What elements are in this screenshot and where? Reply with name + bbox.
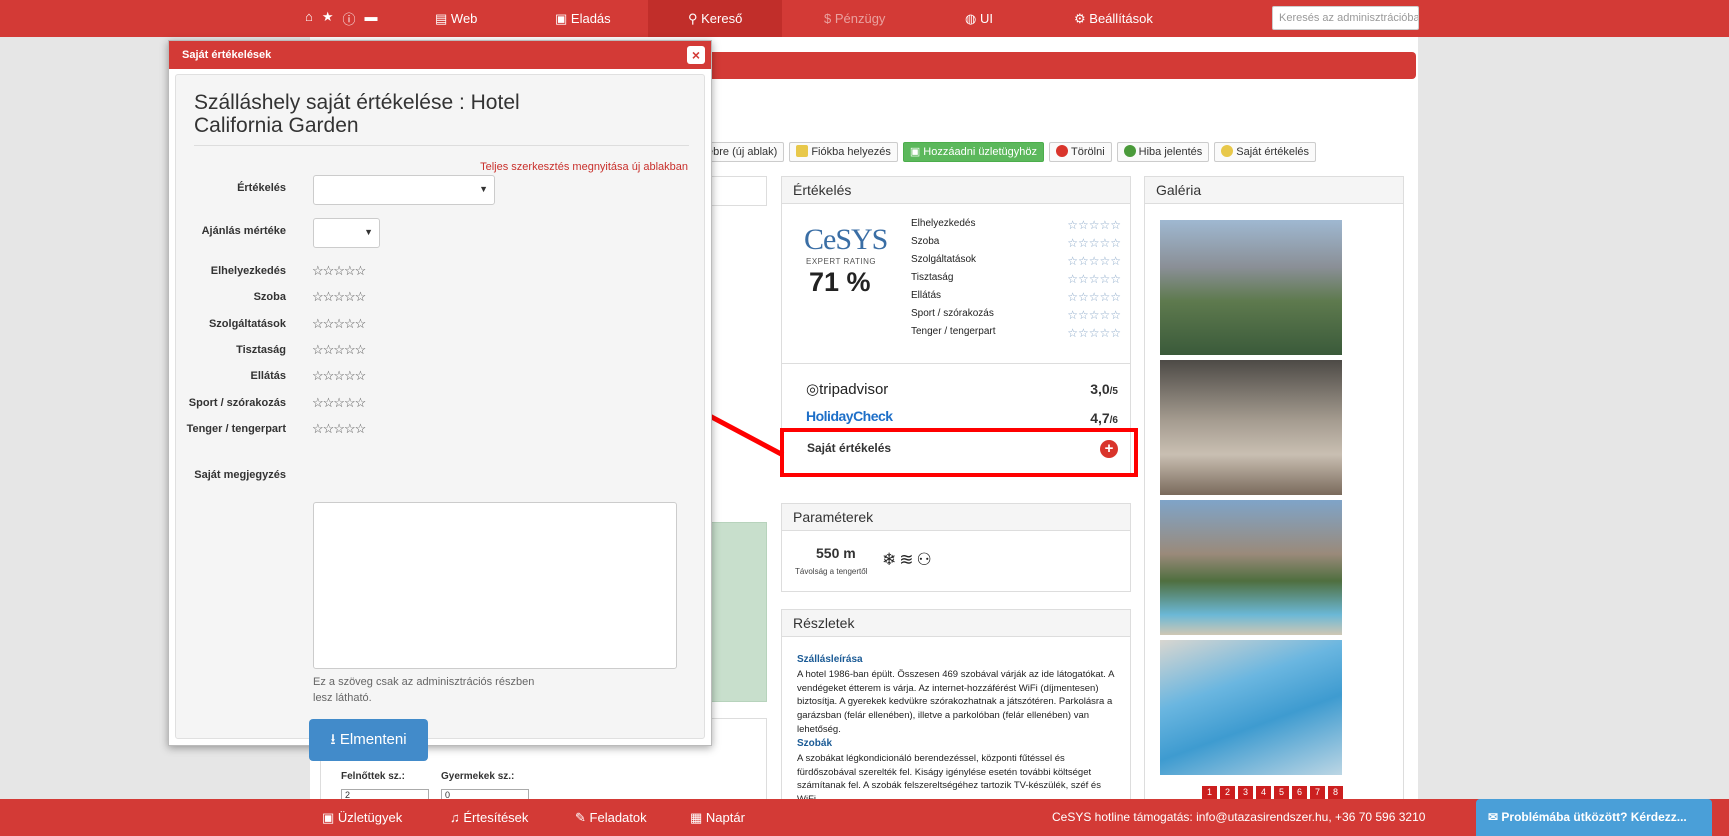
star-rating-input[interactable]: ☆☆☆☆☆ [312,421,366,437]
star-rating-input[interactable]: ☆☆☆☆☆ [312,289,366,305]
chevron-down-icon: ▼ [364,227,373,237]
bottom-deals-label: Üzletügyek [337,810,403,825]
modal-heading: Szálláshely saját értékelése : Hotel Cal… [194,91,520,137]
bottom-deals[interactable]: ▣ Üzletügyek [322,810,402,826]
bottom-notifications-label: Értesítések [463,810,529,825]
bell-icon: ♫ [450,810,460,825]
briefcase-icon: ▣ [322,810,335,825]
note-hint: Ez a szöveg csak az adminisztrációs rész… [313,676,535,704]
category-label: Sport / szórakozás [188,397,286,409]
category-label: Tenger / tengerpart [186,423,286,435]
close-icon[interactable]: × [687,46,705,64]
bottom-calendar[interactable]: ▦ Naptár [690,810,745,826]
category-label: Szoba [253,291,286,303]
pin-icon: ✎ [575,810,586,825]
help-chat-label: Problémába ütközött? Kérdezz... [1501,810,1687,824]
bottom-navbar: ▣ Üzletügyek ♫ Értesítések ✎ Feladatok ▦… [0,799,1729,836]
hotline-text: CeSYS hotline támogatás: info@utazasiren… [1052,810,1426,824]
bottom-notifications[interactable]: ♫ Értesítések [450,810,528,825]
bottom-tasks-label: Feladatok [589,810,647,825]
note-label: Saját megjegyzés [194,469,286,481]
bottom-tasks[interactable]: ✎ Feladatok [575,810,647,826]
own-rating-modal: Saját értékelések × Szálláshely saját ér… [168,40,712,761]
rating-label: Értékelés [237,182,286,194]
star-rating-input[interactable]: ☆☆☆☆☆ [312,342,366,358]
category-label: Ellátás [250,370,286,382]
star-rating-input[interactable]: ☆☆☆☆☆ [312,368,366,384]
chevron-down-icon: ▼ [479,184,488,194]
rating-select[interactable]: ▼ [313,175,495,205]
recommend-label: Ajánlás mértéke [201,225,286,237]
envelope-icon: ✉ [1488,810,1499,824]
modal-body: Szálláshely saját értékelése : Hotel Cal… [175,74,705,761]
save-button-label: Elmenteni [339,731,407,748]
save-button[interactable]: ⭳ Elmenteni [309,719,428,761]
category-label: Elhelyezkedés [210,265,286,277]
open-full-edit-link[interactable]: Teljes szerkesztés megnyitása új ablakba… [480,161,688,173]
star-rating-input[interactable]: ☆☆☆☆☆ [312,263,366,279]
help-chat-button[interactable]: ✉ Problémába ütközött? Kérdezz... [1476,799,1712,836]
note-textarea[interactable] [313,502,677,669]
recommend-select[interactable]: ▼ [313,218,380,248]
calendar-icon: ▦ [690,810,703,825]
category-label: Tisztaság [236,344,286,356]
download-icon: ⭳ [330,731,336,748]
modal-title: Saját értékelések [169,41,711,69]
bottom-calendar-label: Naptár [705,810,745,825]
divider [194,145,689,146]
star-rating-input[interactable]: ☆☆☆☆☆ [312,316,366,332]
star-rating-input[interactable]: ☆☆☆☆☆ [312,395,366,411]
category-label: Szolgáltatások [208,318,286,330]
